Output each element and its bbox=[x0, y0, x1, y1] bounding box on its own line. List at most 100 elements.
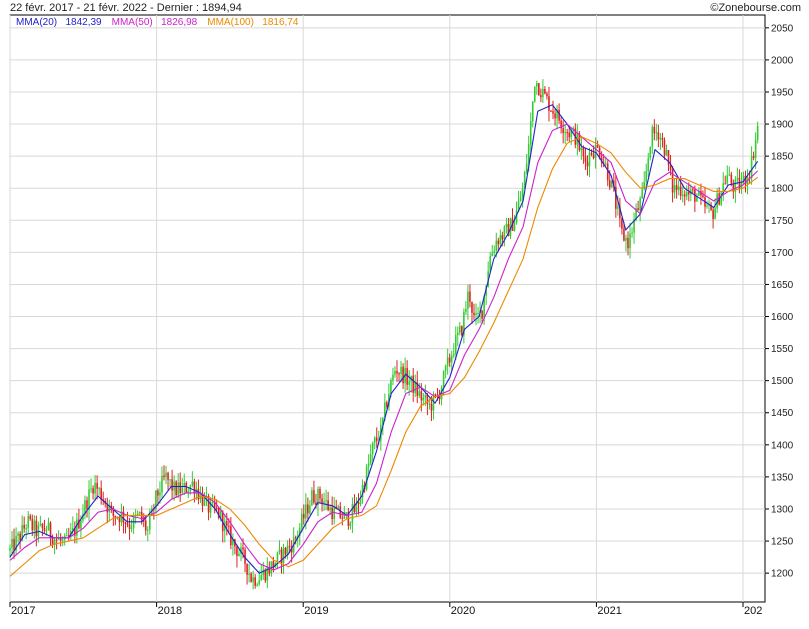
candle-up bbox=[542, 88, 544, 98]
candle-up bbox=[146, 529, 149, 531]
legend-item-mma20: MMA(20) 1842,39 bbox=[16, 17, 102, 28]
candle-up bbox=[459, 326, 461, 333]
candle-up bbox=[655, 132, 658, 134]
legend-value-mma50: 1826,98 bbox=[161, 17, 198, 28]
candle-up bbox=[37, 525, 40, 537]
x-tick-label: 2017 bbox=[11, 605, 35, 617]
candle-down bbox=[461, 326, 463, 336]
candle-up bbox=[45, 530, 48, 532]
candle-up bbox=[505, 223, 508, 228]
candle-up bbox=[408, 381, 410, 385]
y-tick-label: 1400 bbox=[771, 440, 794, 451]
candle-up bbox=[161, 475, 163, 493]
y-tick-label: 1700 bbox=[771, 248, 794, 259]
candle-up bbox=[631, 232, 633, 234]
candle-down bbox=[568, 132, 571, 138]
candle-up bbox=[258, 580, 261, 585]
candle-down bbox=[712, 209, 714, 219]
candle-down bbox=[96, 482, 98, 489]
candle-up bbox=[365, 466, 368, 490]
candle-down bbox=[473, 312, 475, 316]
candle-up bbox=[446, 357, 449, 366]
y-tick-label: 1750 bbox=[771, 216, 794, 227]
candle-down bbox=[19, 533, 21, 541]
candle-down bbox=[481, 310, 483, 319]
candle-up bbox=[329, 507, 331, 511]
y-tick-label: 1450 bbox=[771, 408, 794, 419]
candle-up bbox=[149, 515, 151, 530]
candle-up bbox=[519, 197, 522, 202]
legend-label-mma50: MMA(50) bbox=[111, 17, 153, 28]
candle-down bbox=[653, 126, 656, 134]
candle-up bbox=[444, 365, 447, 371]
candle-up bbox=[714, 208, 716, 219]
candle-up bbox=[394, 370, 396, 375]
candle-up bbox=[428, 403, 431, 405]
candle-up bbox=[477, 312, 479, 314]
candle-up bbox=[677, 186, 680, 190]
x-tick-label: 2019 bbox=[304, 605, 328, 617]
candle-down bbox=[193, 481, 196, 494]
candle-up bbox=[641, 189, 643, 199]
candle-down bbox=[448, 357, 451, 363]
candle-down bbox=[236, 546, 238, 557]
candle-up bbox=[337, 506, 340, 509]
candle-down bbox=[702, 195, 704, 198]
candle-up bbox=[450, 355, 453, 363]
candle-up bbox=[647, 158, 650, 172]
candle-up bbox=[604, 163, 607, 165]
candle-up bbox=[659, 137, 662, 140]
candle-up bbox=[418, 391, 421, 396]
candle-up bbox=[475, 313, 477, 316]
y-tick-label: 2000 bbox=[771, 55, 794, 66]
candle-up bbox=[452, 353, 455, 356]
candle-down bbox=[540, 95, 542, 98]
candle-up bbox=[165, 472, 167, 477]
candle-down bbox=[430, 403, 433, 411]
candle-up bbox=[580, 148, 583, 151]
candle-down bbox=[675, 185, 678, 190]
candle-down bbox=[29, 515, 32, 519]
y-tick-label: 1550 bbox=[771, 344, 794, 355]
x-axis-ticks: 2017 2018 2019 2020 2021 202 bbox=[9, 602, 762, 617]
candle-down bbox=[13, 538, 15, 551]
candle-up bbox=[728, 174, 731, 176]
candle-up bbox=[685, 191, 688, 197]
candle-up bbox=[681, 194, 684, 196]
candle-down bbox=[637, 208, 639, 211]
candle-down bbox=[584, 156, 587, 163]
candle-up bbox=[442, 370, 445, 388]
y-tick-label: 2050 bbox=[771, 23, 794, 34]
candle-up bbox=[531, 101, 534, 122]
y-tick-label: 1200 bbox=[771, 569, 794, 580]
candle-down bbox=[157, 490, 159, 496]
candle-up bbox=[649, 146, 652, 159]
candle-down bbox=[215, 507, 218, 509]
candle-down bbox=[228, 525, 230, 527]
candle-down bbox=[124, 522, 127, 524]
candle-down bbox=[23, 525, 25, 529]
legend-label-mma100: MMA(100) bbox=[207, 17, 254, 28]
candle-up bbox=[750, 156, 753, 179]
candle-down bbox=[167, 472, 169, 480]
candle-down bbox=[550, 110, 552, 112]
candle-up bbox=[309, 505, 311, 514]
candle-up bbox=[665, 150, 668, 156]
candle-down bbox=[51, 537, 54, 545]
candle-down bbox=[35, 520, 38, 537]
candle-up bbox=[94, 482, 96, 494]
candle-down bbox=[92, 488, 94, 494]
candle-up bbox=[39, 523, 42, 526]
candle-down bbox=[661, 137, 664, 140]
candle-up bbox=[756, 125, 759, 140]
candle-up bbox=[191, 481, 194, 486]
candle-up bbox=[278, 549, 281, 553]
candle-down bbox=[321, 498, 323, 504]
candle-up bbox=[311, 490, 313, 506]
y-tick-label: 1600 bbox=[771, 312, 794, 323]
candle-down bbox=[307, 504, 309, 514]
y-tick-label: 1350 bbox=[771, 472, 794, 483]
candle-up bbox=[57, 538, 60, 540]
candle-up bbox=[424, 394, 427, 398]
candle-up bbox=[130, 527, 133, 529]
